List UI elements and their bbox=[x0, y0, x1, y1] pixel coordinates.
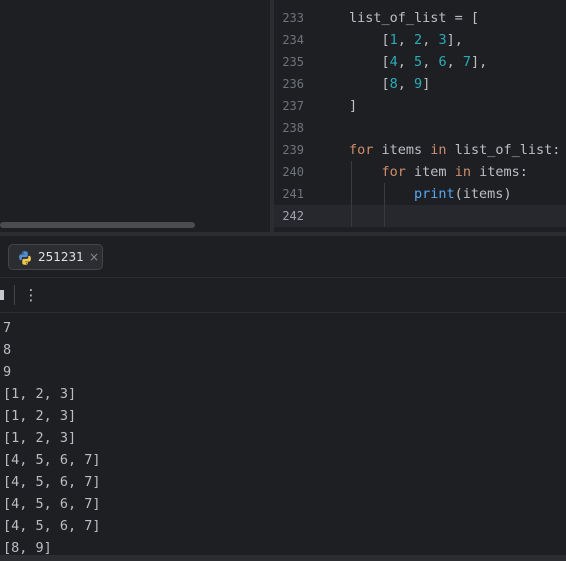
code-token: [ bbox=[349, 32, 390, 48]
console-horizontal-scrollbar[interactable] bbox=[0, 555, 566, 561]
code-token: 7 bbox=[462, 54, 471, 70]
code-token: , bbox=[397, 76, 415, 92]
code-token: 1 bbox=[389, 32, 398, 48]
line-number: 241 bbox=[282, 187, 304, 201]
code-token: item bbox=[405, 164, 455, 180]
stop-icon[interactable] bbox=[0, 290, 4, 300]
console-output[interactable]: 7 8 9 [1, 2, 3] [1, 2, 3] [1, 2, 3] [4, 5, 6, … bbox=[0, 313, 566, 557]
console-output-line: [4, 5, 6, 7] bbox=[3, 518, 101, 534]
line-number: 242 bbox=[282, 209, 304, 223]
close-icon[interactable]: × bbox=[89, 248, 99, 266]
code-token: ] bbox=[349, 98, 358, 114]
code-text: print(items) bbox=[349, 183, 512, 205]
run-tab-bar: 251231 × bbox=[0, 236, 566, 278]
left-editor-pane[interactable] bbox=[0, 0, 270, 232]
line-number: 234 bbox=[282, 33, 304, 47]
code-line[interactable]: 238 bbox=[274, 117, 566, 139]
run-toolbar: ⋮ bbox=[0, 278, 566, 313]
code-line[interactable]: 240 for item in items: bbox=[274, 161, 566, 183]
code-line[interactable]: 237] bbox=[274, 95, 566, 117]
code-token: , bbox=[397, 32, 415, 48]
code-line[interactable]: 236 [8, 9] bbox=[274, 73, 566, 95]
code-token: , bbox=[446, 54, 463, 70]
code-token: for bbox=[349, 142, 374, 158]
line-number: 239 bbox=[282, 143, 304, 157]
code-token: list_of_list: bbox=[446, 142, 561, 158]
code-token: in bbox=[430, 142, 447, 158]
indent-guide bbox=[351, 183, 352, 205]
code-token: print bbox=[414, 186, 455, 202]
python-icon bbox=[19, 251, 31, 265]
line-number: 240 bbox=[282, 165, 304, 179]
code-token: , bbox=[422, 32, 439, 48]
code-text: for items in list_of_list: bbox=[349, 139, 560, 161]
code-token: , bbox=[397, 54, 415, 70]
code-token: 3 bbox=[438, 32, 447, 48]
code-token: 8 bbox=[389, 76, 398, 92]
line-number: 238 bbox=[282, 121, 304, 135]
console-output-line: [4, 5, 6, 7] bbox=[3, 474, 101, 490]
code-token: list_of_list = [ bbox=[349, 10, 480, 26]
code-token: 6 bbox=[438, 54, 447, 70]
code-token: (items) bbox=[454, 186, 512, 202]
code-token: items: bbox=[470, 164, 528, 180]
code-text: [4, 5, 6, 7], bbox=[349, 51, 488, 73]
code-text: ] bbox=[349, 95, 357, 117]
console-output-line: [8, 9] bbox=[3, 540, 52, 556]
code-token: ] bbox=[422, 76, 431, 92]
code-token: 9 bbox=[414, 76, 423, 92]
code-token: 5 bbox=[414, 54, 423, 70]
code-line[interactable]: 234 [1, 2, 3], bbox=[274, 29, 566, 51]
line-number: 236 bbox=[282, 77, 304, 91]
code-text: list_of_list = [ bbox=[349, 7, 479, 29]
console-output-line: [1, 2, 3] bbox=[3, 430, 77, 446]
code-line-current[interactable]: 242 bbox=[274, 205, 566, 227]
indent-guide bbox=[351, 161, 352, 183]
code-line[interactable]: 233 list_of_list = [ bbox=[274, 7, 566, 29]
code-token: [ bbox=[349, 76, 390, 92]
code-text: [8, 9] bbox=[349, 73, 431, 95]
code-token: 4 bbox=[389, 54, 398, 70]
left-pane-horizontal-scrollbar[interactable] bbox=[0, 222, 195, 228]
toolbar-separator bbox=[14, 285, 15, 305]
line-number: 235 bbox=[282, 55, 304, 69]
code-token: ], bbox=[446, 32, 463, 48]
indent-guide bbox=[383, 205, 385, 227]
line-number: 237 bbox=[282, 99, 304, 113]
console-output-line: [1, 2, 3] bbox=[3, 386, 77, 402]
indent-guide bbox=[351, 205, 352, 227]
console-output-line: 8 bbox=[3, 342, 12, 358]
run-tool-window: 251231 × ⋮ 7 8 9 [1, 2, 3] [1, 2, 3] [1, 2, 3… bbox=[0, 236, 566, 561]
code-token: in bbox=[454, 164, 471, 180]
run-tab-label: 251231 bbox=[38, 250, 84, 264]
console-output-line: 7 bbox=[3, 320, 12, 336]
code-text: [1, 2, 3], bbox=[349, 29, 463, 51]
code-token: 2 bbox=[414, 32, 423, 48]
code-text: for item in items: bbox=[349, 161, 528, 183]
code-token: , bbox=[422, 54, 439, 70]
indent-guide bbox=[383, 183, 385, 205]
console-output-line: [4, 5, 6, 7] bbox=[3, 452, 101, 468]
console-output-line: [4, 5, 6, 7] bbox=[3, 496, 101, 512]
code-token: [ bbox=[349, 54, 390, 70]
code-token: ], bbox=[471, 54, 488, 70]
line-number: 233 bbox=[282, 11, 304, 25]
console-output-line: [1, 2, 3] bbox=[3, 408, 77, 424]
code-token: for bbox=[381, 164, 406, 180]
code-line[interactable]: 235 [4, 5, 6, 7], bbox=[274, 51, 566, 73]
code-line[interactable]: 241 print(items) bbox=[274, 183, 566, 205]
more-options-button[interactable]: ⋮ bbox=[22, 283, 40, 307]
code-line[interactable]: 239 for items in list_of_list: bbox=[274, 139, 566, 161]
code-editor[interactable]: 233 list_of_list = [234 [1, 2, 3], 235 [4,… bbox=[274, 0, 566, 232]
console-output-line: 9 bbox=[3, 364, 12, 380]
ide-window: 233 list_of_list = [234 [1, 2, 3], 235 [4,… bbox=[0, 0, 566, 561]
code-token: items bbox=[373, 142, 431, 158]
run-tab-251231[interactable]: 251231 × bbox=[8, 244, 103, 270]
